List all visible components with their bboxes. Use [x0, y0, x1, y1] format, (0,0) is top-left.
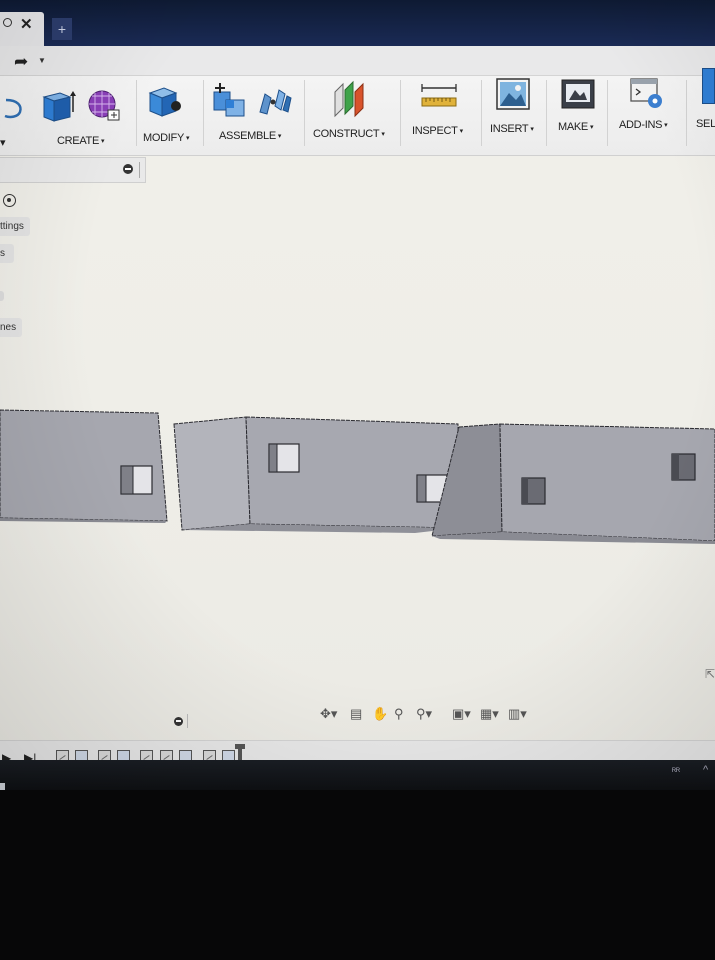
- browser-item-bodies[interactable]: nes: [0, 318, 22, 337]
- toolbar-divider: [304, 80, 305, 146]
- tab-close-icon[interactable]: ✕: [20, 15, 33, 33]
- construct-label: CONSTRUCT: [313, 128, 380, 140]
- make-menu[interactable]: MAKE ▾: [558, 121, 594, 133]
- offset-plane-icon[interactable]: [331, 80, 371, 118]
- partial-tool-icon[interactable]: [2, 96, 24, 120]
- fit-icon[interactable]: ⚲▾: [416, 706, 432, 722]
- select-menu[interactable]: SEL: [696, 118, 715, 130]
- toolbar-divider: [400, 80, 401, 146]
- redo-dropdown-icon[interactable]: ▼: [38, 56, 46, 65]
- toolbar-divider: [203, 80, 204, 146]
- add-ins-menu[interactable]: ADD-INS ▾: [619, 119, 668, 131]
- toolbar-divider: [481, 80, 482, 146]
- extrude-icon[interactable]: [40, 88, 76, 124]
- browser-item-origin[interactable]: [0, 291, 4, 301]
- caret-down-icon: ▾: [459, 128, 464, 135]
- window-opening-side: [268, 443, 278, 473]
- create-label: CREATE: [57, 135, 100, 147]
- active-document-radio-icon[interactable]: [3, 194, 16, 207]
- modify-label: MODIFY: [143, 132, 184, 144]
- caret-down-icon: ▾: [277, 133, 282, 140]
- joint-icon[interactable]: [257, 84, 293, 118]
- navigation-bar: ✥▾ ▤ ✋ ⚲ ⚲▾ ▣▾ ▦▾ ▥▾: [318, 703, 538, 725]
- new-tab-button[interactable]: +: [52, 18, 72, 40]
- os-taskbar: ᴿᴿ ^: [0, 760, 715, 790]
- new-component-icon[interactable]: [210, 80, 250, 120]
- caret-down-icon: ▾: [185, 135, 190, 142]
- caret-down-icon: ▾: [589, 124, 594, 131]
- browser-item-label: nes: [0, 322, 17, 333]
- scripts-addins-icon[interactable]: [628, 76, 666, 112]
- modify-menu[interactable]: MODIFY ▾: [143, 132, 190, 144]
- browser-item-label: ttings: [0, 221, 24, 232]
- panel-middle[interactable]: [173, 416, 460, 533]
- mouse-cursor-icon: ⇱: [705, 667, 715, 681]
- caret-down-icon: ▾: [664, 122, 668, 129]
- orbit-icon[interactable]: ✥▾: [320, 706, 337, 722]
- press-pull-icon[interactable]: [146, 84, 184, 120]
- caret-down-icon: ▾: [381, 131, 385, 138]
- panel-grip-icon[interactable]: [139, 162, 143, 178]
- toolbar-divider: [607, 80, 608, 146]
- measure-icon[interactable]: [418, 82, 460, 114]
- quick-access-bar: ➦ ▼: [0, 46, 715, 76]
- caret-down-icon: ▾: [530, 126, 534, 133]
- partial-group-caret[interactable]: ▾: [0, 136, 6, 149]
- monitor-bezel: [0, 790, 715, 960]
- make-label: MAKE: [558, 121, 588, 133]
- select-icon[interactable]: [702, 68, 715, 104]
- taskbar-user-icon[interactable]: ᴿᴿ: [672, 766, 680, 776]
- inspect-label: INSPECT: [412, 125, 458, 137]
- toolbar-divider: [546, 80, 547, 146]
- assemble-menu[interactable]: ASSEMBLE ▾: [219, 130, 281, 142]
- toolbar-divider: [136, 80, 137, 146]
- taskbar-tray-chevron-icon[interactable]: ^: [703, 764, 708, 776]
- viewport-model[interactable]: [0, 400, 715, 550]
- redo-icon[interactable]: ➦: [14, 52, 28, 72]
- caret-down-icon: ▾: [101, 138, 105, 145]
- window-opening-side: [416, 474, 427, 503]
- grid-icon[interactable]: ▦▾: [480, 706, 499, 722]
- create-menu[interactable]: CREATE ▾: [57, 135, 105, 147]
- display-settings-icon[interactable]: ▣▾: [452, 706, 471, 722]
- browser-item-label: s: [0, 248, 5, 259]
- 3d-print-icon[interactable]: [559, 76, 597, 112]
- document-tab[interactable]: ✕: [0, 12, 44, 46]
- add-ins-label: ADD-INS: [619, 119, 663, 131]
- window-opening-side: [672, 454, 679, 480]
- form-sculpt-icon[interactable]: [86, 86, 122, 124]
- zoom-icon[interactable]: ⚲: [394, 706, 404, 722]
- toolbar-divider: [686, 80, 687, 146]
- window-tab-strip: ✕ +: [0, 0, 715, 46]
- browser-item-named-views[interactable]: s: [0, 244, 14, 263]
- tab-status-icon: [3, 18, 12, 27]
- browser-panel-header: [0, 157, 146, 183]
- insert-menu[interactable]: INSERT ▾: [490, 123, 534, 135]
- look-at-icon[interactable]: ▤: [350, 706, 362, 722]
- panel-right[interactable]: [431, 423, 715, 544]
- insert-label: INSERT: [490, 123, 529, 135]
- fusion-app-window: ✕ + ➦ ▼ ▾ CREATE ▾ MODIFY ▾ ASSEMBLE ▾ C…: [0, 0, 715, 790]
- assemble-label: ASSEMBLE: [219, 130, 276, 142]
- pan-hand-icon[interactable]: ✋: [372, 706, 388, 722]
- browser-tree: ttings s nes: [0, 188, 60, 348]
- inspect-menu[interactable]: INSPECT ▾: [412, 125, 463, 137]
- window-opening-side: [522, 478, 528, 504]
- insert-canvas-icon[interactable]: [494, 76, 532, 114]
- viewports-icon[interactable]: ▥▾: [508, 706, 527, 722]
- comments-grip-icon[interactable]: [187, 714, 190, 728]
- construct-menu[interactable]: CONSTRUCT ▾: [313, 128, 385, 140]
- taskbar-start-edge[interactable]: [0, 783, 5, 790]
- panel-left[interactable]: [0, 409, 168, 523]
- comments-collapse-icon[interactable]: [174, 717, 183, 726]
- window-opening-side: [120, 465, 134, 495]
- main-toolbar: ▾ CREATE ▾ MODIFY ▾ ASSEMBLE ▾ CONSTRUCT…: [0, 68, 715, 156]
- collapse-icon[interactable]: [123, 164, 133, 174]
- browser-item-document-settings[interactable]: ttings: [0, 217, 30, 236]
